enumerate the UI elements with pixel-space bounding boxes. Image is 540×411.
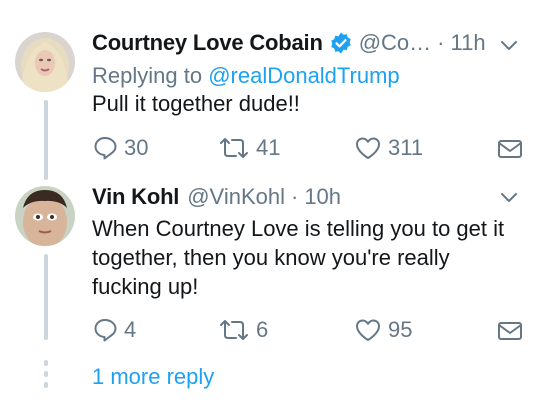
replying-to-prefix: Replying to [92,63,209,88]
envelope-icon [498,322,522,340]
mention-link[interactable]: @realDonaldTrump [208,63,399,88]
author-handle[interactable]: @VinKohl [187,184,285,210]
replying-to: Replying to @realDonaldTrump [92,63,400,89]
author-name[interactable]: Vin Kohl [92,184,179,210]
reply-icon [94,137,117,160]
retweet-button[interactable]: 6 [218,317,268,343]
reply-icon [94,319,117,342]
avatar-vin[interactable] [15,186,75,246]
chevron-down-icon[interactable] [498,34,520,56]
chevron-down-icon[interactable] [498,186,520,208]
thread-line [44,100,48,180]
reply-button[interactable]: 30 [92,135,148,161]
dot-separator: · [437,30,445,55]
tweet-text: When Courtney Love is telling you to get… [92,216,505,299]
retweet-icon [220,320,248,340]
heart-icon [356,319,380,341]
like-button[interactable]: 95 [354,317,412,343]
reply-count: 4 [124,317,137,342]
retweet-icon [220,138,248,158]
tweet-text: Pull it together dude!! [92,91,300,116]
retweet-count: 6 [256,317,269,342]
more-replies-link[interactable]: 1 more reply [92,364,214,390]
dm-button[interactable] [497,320,529,342]
like-button[interactable]: 311 [354,135,423,161]
like-count: 311 [388,135,424,160]
author-name[interactable]: Courtney Love Cobain [92,30,323,56]
more-replies-dots [44,360,48,393]
heart-icon [356,137,380,159]
verified-badge-icon [329,31,353,55]
tweet-header: Vin Kohl @VinKohl · 10h [92,184,341,210]
retweet-button[interactable]: 41 [218,135,280,161]
dot-separator: · [290,184,299,209]
reply-button[interactable]: 4 [92,317,136,343]
timestamp[interactable]: 10h [304,184,341,210]
retweet-count: 41 [256,135,281,160]
like-count: 95 [388,317,413,342]
thread-line [44,254,48,340]
envelope-icon [498,140,522,158]
avatar-courtney[interactable] [15,32,75,92]
tweet-header: Courtney Love Cobain @Co… · 11h [92,30,486,56]
timestamp[interactable]: 11h [450,30,485,56]
dm-button[interactable] [497,138,529,160]
author-handle[interactable]: @Co… [359,30,431,56]
reply-count: 30 [124,135,149,160]
